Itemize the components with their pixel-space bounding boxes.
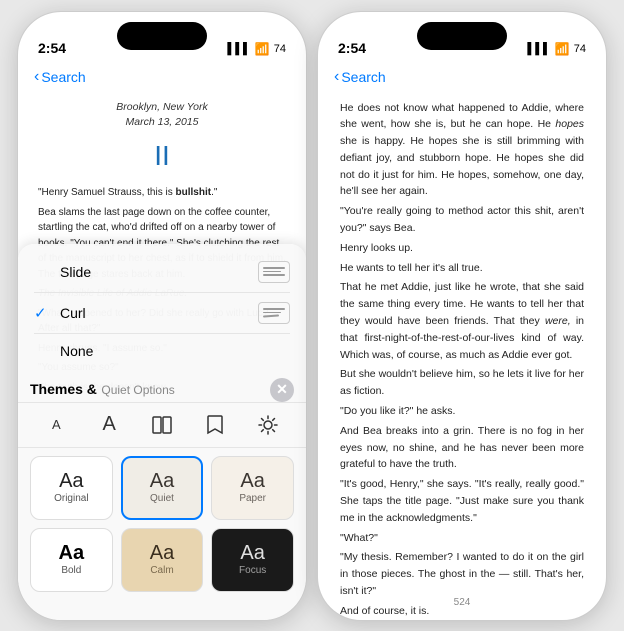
theme-bold-aa: Aa [59, 543, 85, 563]
back-icon-left: ‹ [34, 68, 39, 86]
left-phone-content: ‹ Search Brooklyn, New York March 13, 20… [18, 62, 306, 620]
curl-label: Curl [60, 305, 86, 321]
font-large-label: A [103, 413, 116, 436]
theme-focus[interactable]: Aa Focus [211, 528, 294, 592]
brightness-icon [258, 415, 278, 435]
back-icon-right: ‹ [334, 68, 339, 86]
theme-original[interactable]: Aa Original [30, 456, 113, 520]
theme-calm-label: Calm [150, 565, 173, 576]
theme-quiet[interactable]: Aa Quiet [121, 456, 204, 520]
themes-sublabel: Quiet Options [101, 383, 174, 397]
wifi-icon-left: 📶 [255, 42, 270, 56]
back-button-right[interactable]: ‹ Search [334, 68, 386, 86]
book-date: March 13, 2015 [38, 115, 286, 131]
themes-title: Themes & Quiet Options [30, 381, 175, 399]
theme-focus-aa: Aa [240, 543, 264, 563]
toolbar-row: A A [18, 402, 306, 448]
slide-option-curl[interactable]: ✓ Curl [34, 293, 290, 334]
theme-calm-aa: Aa [150, 543, 174, 563]
layout-button[interactable] [144, 409, 180, 441]
bookmark-button[interactable] [197, 409, 233, 441]
none-label: None [60, 343, 93, 359]
book-roman: II [38, 135, 286, 177]
brightness-button[interactable] [250, 409, 286, 441]
right-para-7: "Do you like it?" he asks. [340, 403, 584, 420]
right-para-9: "It's good, Henry," she says. "It's real… [340, 476, 584, 526]
status-icons-left: ▌▌▌ 📶 74 [227, 42, 286, 56]
right-para-1: He does not know what happened to Addie,… [340, 100, 584, 201]
theme-original-label: Original [54, 493, 88, 504]
status-icons-right: ▌▌▌ 📶 74 [527, 42, 586, 56]
font-larger-button[interactable]: A [91, 409, 127, 441]
theme-paper-label: Paper [239, 493, 266, 504]
right-para-6: But she wouldn't believe him, so he lets… [340, 366, 584, 400]
theme-paper[interactable]: Aa Paper [211, 456, 294, 520]
curl-icon-lines [261, 306, 287, 319]
time-right: 2:54 [338, 40, 366, 56]
nav-bar-left: ‹ Search [18, 62, 306, 92]
curl-icon-box [258, 302, 290, 324]
themes-grid: Aa Original Aa Quiet Aa Paper Aa Bold [18, 448, 306, 600]
slide-option-none[interactable]: None [34, 334, 290, 368]
layout-icon [152, 416, 172, 434]
slide-options: Slide ✓ Curl [18, 244, 306, 374]
book-para-1: "Henry Samuel Strauss, this is bullshit.… [38, 185, 286, 201]
theme-original-aa: Aa [59, 471, 83, 491]
checkmark-curl: ✓ [34, 304, 52, 322]
theme-quiet-aa: Aa [150, 471, 174, 491]
themes-label: Themes & [30, 381, 97, 397]
back-label-right: Search [341, 69, 385, 85]
right-para-11: "My thesis. Remember? I wanted to do it … [340, 549, 584, 599]
theme-bold-label: Bold [61, 565, 81, 576]
slide-icon-lines [261, 265, 287, 278]
book-header: Brooklyn, New York March 13, 2015 II [38, 100, 286, 178]
slide-icon-box [258, 261, 290, 283]
theme-paper-aa: Aa [240, 471, 264, 491]
left-phone: 2:54 ▌▌▌ 📶 74 ‹ Search Brooklyn, New Yor… [17, 11, 307, 621]
dynamic-island-left [117, 22, 207, 50]
slide-option-slide[interactable]: Slide [34, 252, 290, 293]
right-para-10: "What?" [340, 530, 584, 547]
right-para-3: Henry looks up. [340, 240, 584, 257]
nav-bar-right: ‹ Search [318, 62, 606, 92]
back-button-left[interactable]: ‹ Search [34, 68, 86, 86]
signal-icon-left: ▌▌▌ [227, 43, 250, 55]
font-small-label: A [52, 417, 61, 432]
battery-left: 74 [274, 43, 286, 55]
right-phone: 2:54 ▌▌▌ 📶 74 ‹ Search He does not know … [317, 11, 607, 621]
back-label-left: Search [41, 69, 85, 85]
right-book-content: He does not know what happened to Addie,… [318, 92, 606, 620]
signal-icon-right: ▌▌▌ [527, 43, 550, 55]
theme-focus-label: Focus [239, 565, 266, 576]
book-subtitle: Brooklyn, New York [38, 100, 286, 116]
right-para-2: "You're really going to method actor thi… [340, 203, 584, 237]
theme-calm[interactable]: Aa Calm [121, 528, 204, 592]
bottom-panel: Slide ✓ Curl [18, 244, 306, 620]
right-phone-content: ‹ Search He does not know what happened … [318, 62, 606, 620]
wifi-icon-right: 📶 [555, 42, 570, 56]
time-left: 2:54 [38, 40, 66, 56]
bookmark-icon [207, 415, 223, 435]
font-smaller-button[interactable]: A [38, 409, 74, 441]
themes-header-row: Themes & Quiet Options ✕ [18, 374, 306, 402]
dynamic-island-right [417, 22, 507, 50]
right-para-4: He wants to tell her it's all true. [340, 260, 584, 277]
battery-right: 74 [574, 43, 586, 55]
right-para-5: That he met Addie, just like he wrote, t… [340, 279, 584, 363]
right-para-8: And Bea breaks into a grin. There is no … [340, 423, 584, 473]
close-button[interactable]: ✕ [270, 378, 294, 402]
slide-label: Slide [60, 264, 91, 280]
theme-quiet-label: Quiet [150, 493, 174, 504]
theme-bold[interactable]: Aa Bold [30, 528, 113, 592]
page-number: 524 [318, 597, 606, 608]
